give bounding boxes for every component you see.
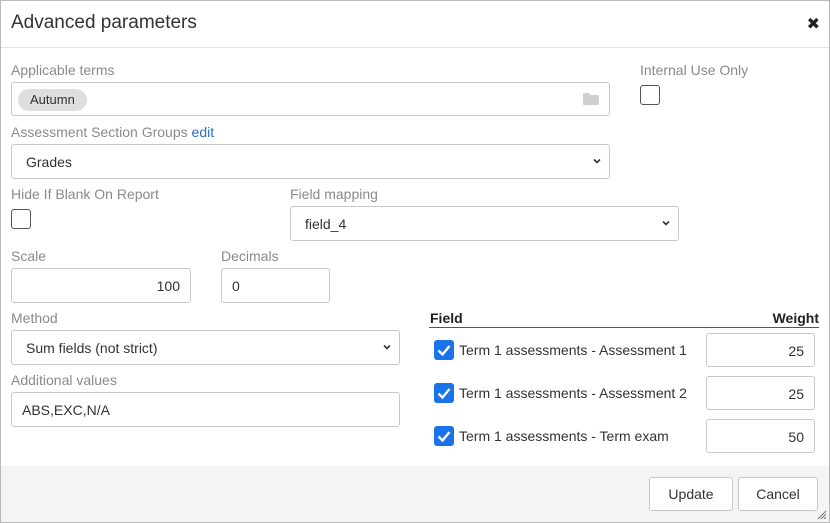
checkmark-icon xyxy=(437,345,451,357)
term-tag-autumn[interactable]: Autumn xyxy=(18,89,87,111)
weight-input[interactable]: 50 xyxy=(706,419,815,453)
scale-input[interactable]: 100 xyxy=(11,268,191,303)
field-mapping-value: field_4 xyxy=(305,216,347,232)
additional-values-label: Additional values xyxy=(11,372,117,388)
field-row-label: Term 1 assessments - Term exam xyxy=(459,428,669,444)
resize-grip-icon[interactable] xyxy=(817,510,827,520)
dialog-title: Advanced parameters xyxy=(11,12,197,33)
field-mapping-label: Field mapping xyxy=(290,186,378,202)
section-groups-label: Assessment Section Groups edit xyxy=(11,124,214,140)
decimals-value: 0 xyxy=(232,278,240,294)
weight-value: 25 xyxy=(788,386,804,402)
update-button[interactable]: Update xyxy=(649,477,733,511)
field-row-checkbox[interactable] xyxy=(434,340,454,360)
applicable-terms-field[interactable]: Autumn xyxy=(11,82,610,116)
decimals-label: Decimals xyxy=(221,248,279,264)
method-value: Sum fields (not strict) xyxy=(26,340,158,356)
field-mapping-select[interactable]: field_4 xyxy=(290,206,679,241)
additional-values-value: ABS,EXC,N/A xyxy=(22,402,110,418)
chevron-down-icon xyxy=(593,158,601,164)
field-row-checkbox[interactable] xyxy=(434,383,454,403)
chevron-down-icon xyxy=(383,344,391,350)
hide-if-blank-checkbox[interactable] xyxy=(11,209,31,229)
field-row-label: Term 1 assessments - Assessment 2 xyxy=(459,385,687,401)
checkmark-icon xyxy=(437,431,451,443)
method-select[interactable]: Sum fields (not strict) xyxy=(11,330,400,365)
chevron-down-icon xyxy=(662,220,670,226)
section-groups-edit-link[interactable]: edit xyxy=(192,124,215,140)
checkmark-icon xyxy=(437,388,451,400)
dialog-footer: Update Cancel xyxy=(1,466,829,522)
table-header-divider xyxy=(429,327,819,328)
field-row-label: Term 1 assessments - Assessment 1 xyxy=(459,342,687,358)
weight-input[interactable]: 25 xyxy=(706,333,815,367)
decimals-input[interactable]: 0 xyxy=(221,268,330,303)
hide-if-blank-label: Hide If Blank On Report xyxy=(11,186,159,202)
applicable-terms-label: Applicable terms xyxy=(11,62,115,78)
scale-value: 100 xyxy=(156,278,180,294)
advanced-parameters-dialog: Advanced parameters ✖ Applicable terms A… xyxy=(0,0,830,523)
field-column-header: Field xyxy=(430,310,463,326)
field-row-checkbox[interactable] xyxy=(434,426,454,446)
internal-use-checkbox[interactable] xyxy=(640,85,660,105)
cancel-button[interactable]: Cancel xyxy=(738,477,818,511)
weight-input[interactable]: 25 xyxy=(706,376,815,410)
scale-label: Scale xyxy=(11,248,47,264)
folder-icon[interactable] xyxy=(583,93,599,105)
weight-column-header: Weight xyxy=(772,310,819,326)
section-groups-label-text: Assessment Section Groups xyxy=(11,124,188,140)
dialog-header: Advanced parameters ✖ xyxy=(1,1,829,48)
section-groups-select[interactable]: Grades xyxy=(11,144,610,179)
method-label: Method xyxy=(11,310,58,326)
internal-use-label: Internal Use Only xyxy=(640,62,749,78)
weight-value: 25 xyxy=(788,343,804,359)
section-groups-value: Grades xyxy=(26,154,72,170)
close-icon[interactable]: ✖ xyxy=(807,14,820,34)
weight-value: 50 xyxy=(788,429,804,445)
additional-values-input[interactable]: ABS,EXC,N/A xyxy=(11,392,400,427)
